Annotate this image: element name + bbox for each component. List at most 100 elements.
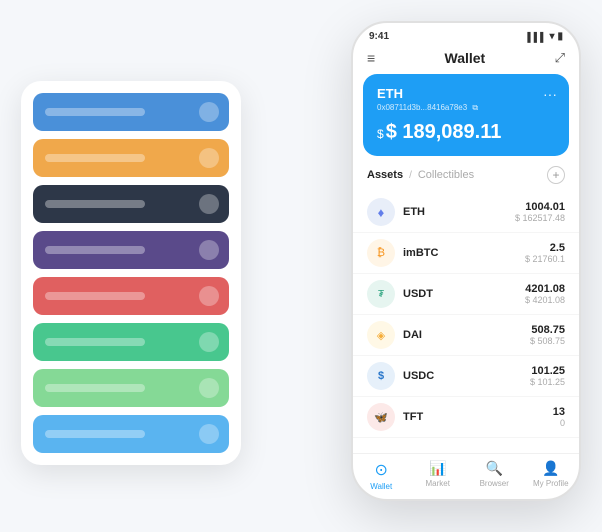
- nav-profile-label: My Profile: [533, 479, 569, 488]
- asset-usd: 0: [553, 418, 565, 428]
- status-bar: 9:41 ▌▌▌ ▾ ▮: [353, 23, 579, 46]
- more-options-icon[interactable]: ···: [543, 86, 557, 102]
- asset-usd: $ 508.75: [530, 336, 565, 346]
- eth-icon: ♦: [367, 198, 395, 226]
- asset-amount: 1004.01: [515, 201, 565, 213]
- card-item[interactable]: [33, 139, 229, 177]
- list-item[interactable]: 🦋 TFT 13 0: [353, 397, 579, 438]
- asset-values: 1004.01 $ 162517.48: [515, 201, 565, 223]
- card-item[interactable]: [33, 369, 229, 407]
- copy-icon[interactable]: ⧉: [472, 103, 478, 112]
- status-icons: ▌▌▌ ▾ ▮: [527, 31, 563, 42]
- asset-usd: $ 101.25: [530, 377, 565, 387]
- phone-content: ETH 0x08711d3b...8416a78e3 ⧉ $$ 189,089.…: [353, 74, 579, 453]
- nav-wallet-label: Wallet: [370, 482, 392, 491]
- nav-wallet[interactable]: ⊙ Wallet: [353, 460, 410, 491]
- asset-values: 13 0: [553, 406, 565, 428]
- card-item[interactable]: [33, 93, 229, 131]
- wifi-icon: ▾: [549, 31, 554, 42]
- page-title: Wallet: [445, 50, 486, 66]
- card-icon: [199, 240, 219, 260]
- usdc-icon: $: [367, 362, 395, 390]
- browser-nav-icon: 🔍: [486, 460, 503, 477]
- card-label: [45, 154, 145, 162]
- nav-market[interactable]: 📊 Market: [410, 460, 467, 491]
- asset-usd: $ 21760.1: [525, 254, 565, 264]
- asset-amount: 4201.08: [525, 283, 565, 295]
- asset-name: TFT: [403, 411, 553, 423]
- phone-mockup: 9:41 ▌▌▌ ▾ ▮ ≡ Wallet ⤢ ETH 0x08711d3b..…: [351, 21, 581, 501]
- eth-card-amount: $$ 189,089.11: [377, 121, 555, 144]
- asset-values: 4201.08 $ 4201.08: [525, 283, 565, 305]
- dai-icon: ◈: [367, 321, 395, 349]
- phone-header: ≡ Wallet ⤢: [353, 46, 579, 74]
- nav-browser-label: Browser: [480, 479, 509, 488]
- profile-nav-icon: 👤: [542, 460, 559, 477]
- card-icon: [199, 148, 219, 168]
- assets-header: Assets / Collectibles +: [353, 166, 579, 192]
- asset-name: USDC: [403, 370, 530, 382]
- list-item[interactable]: ₿ imBTC 2.5 $ 21760.1: [353, 233, 579, 274]
- dollar-sign: $: [377, 127, 384, 141]
- card-icon: [199, 194, 219, 214]
- asset-name: DAI: [403, 329, 530, 341]
- card-icon: [199, 378, 219, 398]
- nav-market-label: Market: [426, 479, 450, 488]
- add-asset-button[interactable]: +: [547, 166, 565, 184]
- card-label: [45, 338, 145, 346]
- signal-icon: ▌▌▌: [527, 32, 546, 42]
- card-icon: [199, 332, 219, 352]
- menu-icon[interactable]: ≡: [367, 50, 375, 66]
- card-icon: [199, 286, 219, 306]
- card-label: [45, 292, 145, 300]
- asset-name: USDT: [403, 288, 525, 300]
- status-time: 9:41: [369, 31, 389, 42]
- card-item[interactable]: [33, 323, 229, 361]
- card-item[interactable]: [33, 277, 229, 315]
- scan-icon[interactable]: ⤢: [555, 50, 565, 66]
- card-label: [45, 384, 145, 392]
- card-icon: [199, 424, 219, 444]
- nav-browser[interactable]: 🔍 Browser: [466, 460, 523, 491]
- nav-profile[interactable]: 👤 My Profile: [523, 460, 580, 491]
- eth-card-address: 0x08711d3b...8416a78e3 ⧉: [377, 103, 555, 113]
- scene: 9:41 ▌▌▌ ▾ ▮ ≡ Wallet ⤢ ETH 0x08711d3b..…: [21, 21, 581, 511]
- asset-amount: 13: [553, 406, 565, 418]
- list-item[interactable]: ◈ DAI 508.75 $ 508.75: [353, 315, 579, 356]
- card-item[interactable]: [33, 231, 229, 269]
- asset-values: 2.5 $ 21760.1: [525, 242, 565, 264]
- asset-name: imBTC: [403, 247, 525, 259]
- bottom-nav: ⊙ Wallet 📊 Market 🔍 Browser 👤 My Profile: [353, 453, 579, 499]
- card-item[interactable]: [33, 185, 229, 223]
- assets-tabs: Assets / Collectibles: [367, 169, 474, 181]
- tab-assets[interactable]: Assets: [367, 169, 403, 181]
- card-stack: [21, 81, 241, 465]
- asset-usd: $ 162517.48: [515, 213, 565, 223]
- market-nav-icon: 📊: [429, 460, 446, 477]
- card-item[interactable]: [33, 415, 229, 453]
- card-label: [45, 246, 145, 254]
- imbtc-icon: ₿: [367, 239, 395, 267]
- asset-amount: 508.75: [530, 324, 565, 336]
- asset-values: 101.25 $ 101.25: [530, 365, 565, 387]
- asset-amount: 2.5: [525, 242, 565, 254]
- asset-usd: $ 4201.08: [525, 295, 565, 305]
- card-label: [45, 200, 145, 208]
- list-item[interactable]: ♦ ETH 1004.01 $ 162517.48: [353, 192, 579, 233]
- card-label: [45, 430, 145, 438]
- eth-card-coin: ETH: [377, 86, 555, 101]
- asset-list: ♦ ETH 1004.01 $ 162517.48 ₿ imBTC 2.5 $ …: [353, 192, 579, 453]
- card-icon: [199, 102, 219, 122]
- asset-name: ETH: [403, 206, 515, 218]
- list-item[interactable]: ₮ USDT 4201.08 $ 4201.08: [353, 274, 579, 315]
- wallet-nav-icon: ⊙: [375, 460, 388, 480]
- card-label: [45, 108, 145, 116]
- asset-values: 508.75 $ 508.75: [530, 324, 565, 346]
- asset-amount: 101.25: [530, 365, 565, 377]
- eth-card[interactable]: ETH 0x08711d3b...8416a78e3 ⧉ $$ 189,089.…: [363, 74, 569, 156]
- list-item[interactable]: $ USDC 101.25 $ 101.25: [353, 356, 579, 397]
- usdt-icon: ₮: [367, 280, 395, 308]
- tab-collectibles[interactable]: Collectibles: [418, 169, 474, 181]
- battery-icon: ▮: [557, 31, 563, 42]
- tft-icon: 🦋: [367, 403, 395, 431]
